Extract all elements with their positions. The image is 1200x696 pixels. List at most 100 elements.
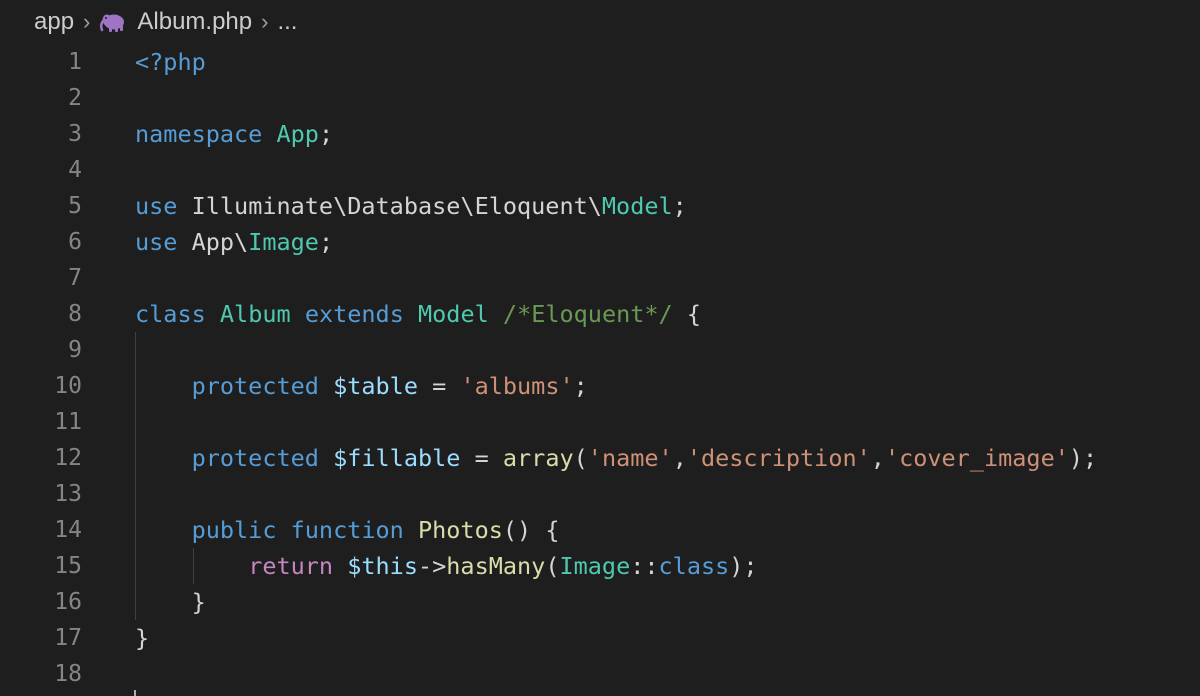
line-number[interactable]: 11: [2, 404, 82, 440]
code-token: Image: [559, 552, 631, 580]
code-line[interactable]: protected $fillable = array('name','desc…: [135, 440, 1098, 476]
text-cursor: [134, 690, 136, 696]
code-token: Model: [601, 192, 673, 220]
code-token: namespace: [135, 120, 263, 148]
code-token: 'albums': [460, 372, 574, 400]
line-number[interactable]: 15: [2, 548, 82, 584]
breadcrumb-file[interactable]: Album.php: [99, 8, 252, 36]
line-number[interactable]: 5: [2, 188, 82, 224]
code-token: =: [417, 372, 461, 400]
code-token: 'description': [686, 444, 871, 472]
line-number[interactable]: 7: [2, 260, 82, 296]
code-token: (: [545, 552, 560, 580]
line-number[interactable]: 14: [2, 512, 82, 548]
line-number[interactable]: 6: [2, 224, 82, 260]
code-token: Model: [418, 300, 489, 328]
line-number[interactable]: 10: [2, 368, 82, 404]
code-token: ::: [630, 552, 659, 580]
code-line[interactable]: use Illuminate\Database\Eloquent\Model;: [135, 188, 687, 224]
code-token: use: [135, 228, 178, 256]
code-line[interactable]: <?php: [135, 44, 206, 80]
code-line[interactable]: protected $table = 'albums';: [135, 368, 588, 404]
code-token: ;: [318, 120, 334, 148]
code-token: App: [276, 120, 319, 148]
code-token: Album: [219, 300, 291, 328]
line-number[interactable]: 17: [2, 620, 82, 656]
code-token: ;: [318, 228, 334, 256]
code-token: =: [460, 444, 503, 472]
code-token: extends: [304, 300, 404, 328]
line-number[interactable]: 18: [2, 656, 82, 692]
code-token: {: [672, 300, 701, 328]
line-number[interactable]: 13: [2, 476, 82, 512]
code-token: ;: [573, 372, 588, 400]
code-token: (: [573, 444, 588, 472]
line-number[interactable]: 4: [2, 152, 82, 188]
code-token: }: [135, 624, 150, 652]
code-token: ;: [672, 192, 687, 220]
code-token: return: [248, 552, 334, 580]
code-token: );: [1068, 444, 1098, 472]
code-line[interactable]: }: [135, 620, 149, 656]
code-token: protected: [191, 444, 319, 472]
line-number[interactable]: 16: [2, 584, 82, 620]
code-token: class: [135, 300, 206, 328]
code-token: hasMany: [446, 552, 546, 580]
code-token: class: [658, 552, 730, 580]
line-number[interactable]: 8: [2, 296, 82, 332]
code-line[interactable]: return $this->hasMany(Image::class);: [135, 548, 758, 584]
code-token: public: [191, 516, 277, 544]
code-token: /*Eloquent*/: [502, 300, 673, 328]
code-line[interactable]: namespace App;: [135, 116, 333, 152]
code-token: $this: [347, 552, 418, 580]
line-number[interactable]: 9: [2, 332, 82, 368]
code-token: 'cover_image': [884, 444, 1069, 472]
code-token: array: [502, 444, 574, 472]
chevron-right-icon: ›: [261, 9, 269, 34]
code-token: Image: [248, 228, 319, 256]
breadcrumb: app › Album.php › ...: [0, 0, 1200, 44]
code-line[interactable]: }: [135, 584, 206, 620]
code-token: ,: [870, 444, 885, 472]
code-line[interactable]: use App\Image;: [135, 224, 333, 260]
code-line[interactable]: public function Photos() {: [135, 512, 560, 548]
code-token: Photos: [417, 516, 503, 544]
code-token: use: [135, 192, 178, 220]
line-number[interactable]: 3: [2, 116, 82, 152]
code-token: $table: [333, 372, 418, 400]
code-token: ->: [417, 552, 447, 580]
breadcrumb-file-label: Album.php: [137, 8, 253, 35]
code-token: function: [290, 516, 404, 544]
line-number[interactable]: 12: [2, 440, 82, 476]
code-token: () {: [502, 516, 560, 544]
code-line[interactable]: class Album extends Model /*Eloquent*/ {: [135, 296, 701, 332]
breadcrumb-folder-app[interactable]: app: [34, 8, 74, 36]
code-token: 'name': [587, 444, 673, 472]
code-token: ,: [672, 444, 687, 472]
chevron-right-icon: ›: [83, 9, 91, 34]
code-editor[interactable]: 1 2 3 4 5 6 7 8 9 10 11 12 13 14 15 16 17 18 <?php namespa…: [0, 44, 1200, 696]
php-elephant-icon: [100, 14, 125, 32]
code-token: protected: [191, 372, 319, 400]
line-number[interactable]: 1: [2, 44, 82, 80]
code-token: $fillable: [333, 444, 461, 472]
line-number[interactable]: 2: [2, 80, 82, 116]
code-token: App\: [177, 228, 249, 256]
code-token: );: [729, 552, 758, 580]
breadcrumb-more[interactable]: ...: [277, 8, 297, 36]
code-token: }: [135, 588, 206, 616]
